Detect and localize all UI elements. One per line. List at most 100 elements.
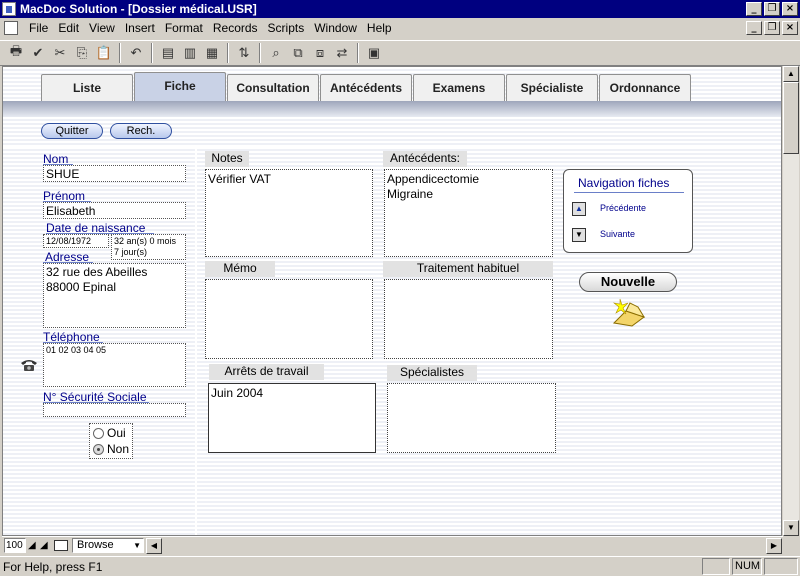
num-indicator: NUM (732, 558, 762, 575)
new-record-button[interactable]: Nouvelle (579, 272, 677, 292)
scroll-right-button[interactable]: ▶ (766, 538, 782, 554)
traitement-field[interactable] (384, 279, 553, 359)
status-indicator-caps (702, 558, 730, 575)
non-radio[interactable]: Non (93, 442, 129, 456)
sort-icon[interactable]: ⇅ (234, 43, 254, 63)
omit-icon[interactable]: ⧉ (288, 43, 308, 63)
show-all-icon[interactable]: ⧈ (310, 43, 330, 63)
search-button[interactable]: Rech. (110, 123, 172, 139)
duplicate-record-icon[interactable]: ▥ (180, 43, 200, 63)
paste-icon[interactable]: 📋 (94, 43, 114, 63)
delete-record-icon[interactable]: ▦ (202, 43, 222, 63)
new-record-icon[interactable] (612, 295, 646, 327)
new-record-icon[interactable]: ▤ (158, 43, 178, 63)
scroll-down-button[interactable]: ▼ (783, 520, 799, 536)
non-radio-label: Non (107, 442, 130, 456)
doc-restore-button[interactable]: ❐ (764, 21, 780, 35)
scroll-left-button[interactable]: ◀ (146, 538, 162, 554)
antecedents-field[interactable]: Appendicectomie Migraine (384, 169, 553, 257)
adresse-line1: 32 rue des Abeilles (46, 265, 148, 279)
undo-icon[interactable]: ↶ (126, 43, 146, 63)
arrets-heading: Arrêts de travail (209, 364, 324, 380)
preview-icon[interactable]: ▣ (364, 43, 384, 63)
adresse-field[interactable]: 32 rue des Abeilles 88000 Epinal (43, 263, 186, 328)
tab-examens[interactable]: Examens (413, 74, 505, 101)
close-button[interactable]: × (782, 2, 798, 16)
next-record-label[interactable]: Suivante (600, 229, 635, 239)
tab-liste[interactable]: Liste (41, 74, 133, 101)
document-icon[interactable] (4, 21, 18, 35)
navigation-box: Navigation fiches ▲ Précédente ▼ Suivant… (563, 169, 693, 253)
zoom-out-icon[interactable]: ◢ (28, 540, 36, 551)
menu-window[interactable]: Window (309, 21, 362, 35)
dob-field[interactable]: 12/08/1972 (43, 234, 109, 248)
tab-strip: Liste Fiche Consultation Antécédents Exa… (3, 67, 781, 103)
age-field: 32 an(s) 0 mois 7 jour(s) (111, 234, 186, 260)
next-record-button[interactable]: ▼ (572, 228, 586, 242)
title-bar: MacDoc Solution - [Dossier médical.USR] … (0, 0, 800, 18)
antecedents-heading: Antécédents: (383, 151, 467, 167)
restore-button[interactable]: ❐ (764, 2, 780, 16)
window-title: MacDoc Solution - [Dossier médical.USR] (20, 2, 257, 16)
adresse-line2: 88000 Epinal (46, 280, 117, 294)
menu-format[interactable]: Format (160, 21, 208, 35)
button-bar: Quitter Rech. (3, 117, 781, 145)
header-band (3, 101, 781, 117)
oui-non-radio-group: Oui Non (89, 423, 133, 459)
print-icon[interactable]: 🖶 (6, 43, 26, 63)
mode-select[interactable]: Browse ▼ (72, 538, 144, 553)
toolbar-separator (119, 43, 121, 63)
tab-ordonnance[interactable]: Ordonnance (599, 74, 691, 101)
prenom-field[interactable]: Elisabeth (43, 202, 186, 219)
menu-bar: File Edit View Insert Format Records Scr… (0, 18, 800, 38)
nom-field[interactable]: SHUE (43, 165, 186, 182)
status-area-toggle-icon[interactable] (54, 540, 68, 551)
tab-fiche[interactable]: Fiche (134, 72, 226, 101)
memo-field[interactable] (205, 279, 373, 359)
zoom-in-icon[interactable]: ◢ (40, 540, 48, 551)
specialistes-field[interactable] (387, 383, 556, 453)
notes-field[interactable]: Vérifier VAT (205, 169, 373, 257)
cut-icon[interactable]: ✂ (50, 43, 70, 63)
menu-help[interactable]: Help (362, 21, 397, 35)
chevron-down-icon[interactable]: ▼ (133, 539, 141, 552)
arrets-field[interactable]: Juin 2004 (208, 383, 376, 453)
oui-radio[interactable]: Oui (93, 426, 126, 440)
menu-file[interactable]: File (24, 21, 53, 35)
previous-record-label[interactable]: Précédente (600, 203, 646, 213)
oui-radio-circle[interactable] (93, 427, 104, 439)
find-icon[interactable]: ⌕ (266, 43, 286, 63)
telephone-field[interactable]: 01 02 03 04 05 (43, 343, 186, 387)
mode-select-value: Browse (77, 539, 114, 551)
menu-view[interactable]: View (84, 21, 120, 35)
tab-antecedents[interactable]: Antécédents (320, 74, 412, 101)
doc-minimize-button[interactable]: _ (746, 21, 762, 35)
traitement-heading: Traitement habituel (383, 261, 553, 277)
menu-scripts[interactable]: Scripts (263, 21, 310, 35)
antecedents-line2: Migraine (387, 187, 434, 201)
toolbar-separator (151, 43, 153, 63)
previous-record-button[interactable]: ▲ (572, 202, 586, 216)
copy-icon[interactable]: ⎘ (72, 43, 92, 63)
vertical-scrollbar[interactable]: ▲ ▼ (783, 66, 799, 536)
menu-records[interactable]: Records (208, 21, 263, 35)
navigation-divider (574, 192, 684, 193)
quit-button[interactable]: Quitter (41, 123, 103, 139)
tab-specialiste[interactable]: Spécialiste (506, 74, 598, 101)
tab-consultation[interactable]: Consultation (227, 74, 319, 101)
replace-icon[interactable]: ⇄ (332, 43, 352, 63)
doc-close-button[interactable]: × (782, 21, 798, 35)
spellcheck-icon[interactable]: ✔ (28, 43, 48, 63)
menu-edit[interactable]: Edit (53, 21, 84, 35)
non-radio-circle[interactable] (93, 443, 104, 455)
patient-panel: Nom SHUE Prénom Elisabeth Date de naissa… (3, 147, 195, 535)
app-icon[interactable] (2, 2, 16, 16)
minimize-button[interactable]: _ (746, 2, 762, 16)
notes-heading: Notes (205, 151, 249, 167)
secu-field[interactable] (43, 403, 186, 417)
scroll-thumb[interactable] (783, 82, 799, 154)
toolbar: 🖶 ✔ ✂ ⎘ 📋 ↶ ▤ ▥ ▦ ⇅ ⌕ ⧉ ⧈ ⇄ ▣ (0, 40, 800, 66)
menu-insert[interactable]: Insert (120, 21, 160, 35)
scroll-up-button[interactable]: ▲ (783, 66, 799, 82)
bottom-bar: 100 ◢ ◢ Browse ▼ ◀ ▶ (2, 536, 783, 554)
